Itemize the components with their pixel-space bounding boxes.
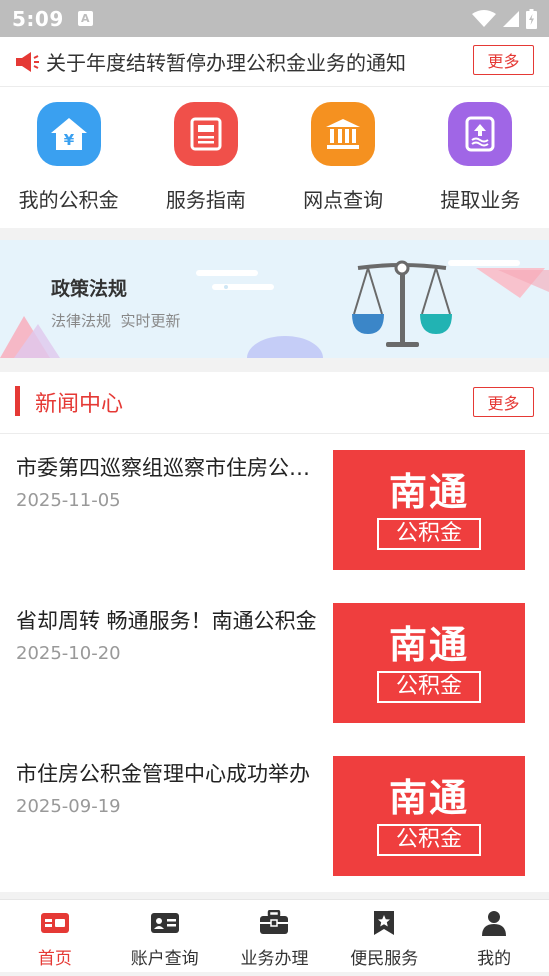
news-thumbnail[interactable]: 南通 公积金 — [333, 756, 525, 876]
news-list-item[interactable]: 市委第四巡察组巡察市住房公积金管理中心 2025-11-05 南通 公积金 — [0, 434, 549, 584]
news-date: 2025-11-05 — [16, 490, 121, 511]
status-time: 5:09 — [12, 6, 64, 31]
tab-account-query[interactable]: 账户查询 — [110, 900, 220, 972]
section-divider — [0, 358, 549, 372]
news-list-item[interactable]: 省却周转 畅通服务！南通公积金 2025-10-20 南通 公积金 — [0, 587, 549, 737]
notification-a-icon: A — [77, 11, 93, 26]
withdraw-icon — [448, 102, 513, 166]
tab-label: 我的 — [477, 949, 512, 969]
news-thumbnail[interactable]: 南通 公积金 — [333, 603, 525, 723]
document-icon — [173, 102, 238, 166]
notice-text[interactable]: 关于年度结转暂停办理公积金业务的通知 — [46, 47, 406, 76]
quick-item-label: 网点查询 — [303, 188, 384, 212]
thumbnail-sub-text: 公积金 — [377, 671, 481, 703]
news-title[interactable]: 市委第四巡察组巡察市住房公积金管理中心 — [16, 452, 330, 482]
quick-item-my-fund[interactable]: ¥ 我的公积金 — [0, 88, 137, 228]
quick-item-label: 我的公积金 — [18, 188, 119, 212]
tab-label: 便民服务 — [350, 949, 419, 969]
quick-item-withdrawal[interactable]: 提取业务 — [412, 88, 549, 228]
tab-label: 业务办理 — [240, 949, 309, 969]
tab-label: 账户查询 — [130, 949, 199, 969]
policy-banner[interactable]: 政策法规 法律法规 实时更新 — [0, 240, 549, 358]
signal-icon — [503, 10, 519, 27]
user-icon — [479, 910, 509, 936]
notice-bar[interactable]: 关于年度结转暂停办理公积金业务的通知 更多 — [0, 37, 549, 87]
thumbnail-brand-text: 南通 — [388, 470, 469, 514]
news-section-header: 新闻中心 更多 — [0, 372, 549, 434]
news-title[interactable]: 省却周转 畅通服务！南通公积金 — [16, 605, 330, 635]
tab-label: 首页 — [37, 949, 72, 969]
tab-convenience[interactable]: 便民服务 — [329, 900, 439, 972]
notice-more-button[interactable]: 更多 — [473, 45, 534, 75]
bottom-tab-bar: 首页 账户查询 业务办理 便民服务 我的 — [0, 899, 549, 972]
bank-icon — [311, 102, 376, 166]
id-card-icon — [150, 910, 180, 936]
section-divider — [0, 228, 549, 240]
home-card-icon — [40, 910, 70, 936]
megaphone-icon — [16, 51, 39, 72]
thumbnail-sub-text: 公积金 — [377, 518, 481, 550]
thumbnail-brand-text: 南通 — [388, 776, 469, 820]
news-more-button[interactable]: 更多 — [473, 387, 534, 417]
news-list-item[interactable]: 市住房公积金管理中心成功举办 2025-09-19 南通 公积金 — [0, 740, 549, 890]
news-thumbnail[interactable]: 南通 公积金 — [333, 450, 525, 570]
wifi-icon — [472, 9, 496, 27]
news-section-title: 新闻中心 — [35, 392, 124, 417]
news-title[interactable]: 市住房公积金管理中心成功举办 — [16, 758, 330, 788]
yuan-house-icon: ¥ — [36, 102, 101, 166]
section-accent-bar — [15, 386, 20, 416]
tab-business[interactable]: 业务办理 — [220, 900, 330, 972]
tab-home[interactable]: 首页 — [0, 900, 110, 972]
bookmark-star-icon — [369, 910, 399, 936]
status-bar: 5:09 A — [0, 0, 549, 37]
status-right — [472, 8, 537, 29]
quick-actions: ¥ 我的公积金 服务指南 网点查询 提取业务 — [0, 88, 549, 228]
quick-item-label: 服务指南 — [165, 188, 246, 212]
thumbnail-sub-text: 公积金 — [377, 824, 481, 856]
battery-icon — [526, 8, 537, 29]
quick-item-branch-query[interactable]: 网点查询 — [275, 88, 412, 228]
news-date: 2025-10-20 — [16, 643, 121, 664]
banner-title: 政策法规 — [51, 278, 128, 300]
news-date: 2025-09-19 — [16, 796, 121, 817]
tab-mine[interactable]: 我的 — [439, 900, 549, 972]
svg-text:¥: ¥ — [63, 131, 74, 149]
briefcase-icon — [259, 910, 289, 936]
thumbnail-brand-text: 南通 — [388, 623, 469, 667]
banner-subtitle: 法律法规 实时更新 — [51, 312, 181, 330]
quick-item-label: 提取业务 — [440, 188, 521, 212]
quick-item-service-guide[interactable]: 服务指南 — [137, 88, 274, 228]
